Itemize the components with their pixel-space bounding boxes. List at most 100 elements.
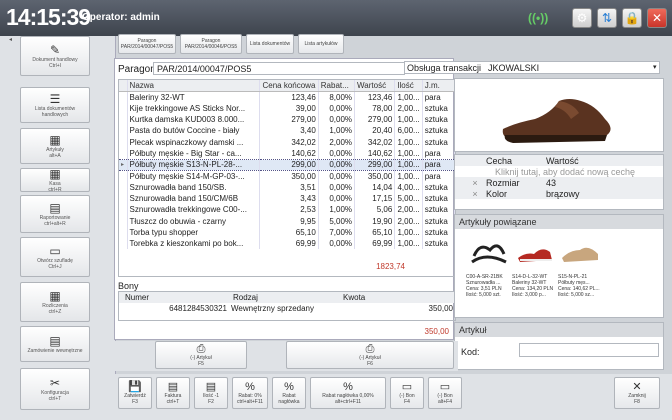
table-cell: Sznurowadła band 150/SB. [127,181,261,193]
table-cell: 123,46 [259,91,319,103]
table-cell: 279,00 [354,113,396,126]
table-row[interactable]: Baleriny 32-WT 123,46 8,00% 123,46 1,00... pa… [119,91,455,103]
voucher-type: Wewnętrzny sprzedany [231,304,314,313]
items-col-header[interactable]: Ilość [394,80,423,92]
toolbar-button[interactable]: ▭ (-) Bon alt+F4 [428,377,462,409]
voucher-row[interactable]: 6481284530321 Wewnętrzny sprzedany 350,0… [119,303,455,314]
sidebar-item[interactable]: ▭ Otwórz szufladę Ctrl+J [20,237,90,277]
remove-attr-icon[interactable]: × [467,188,483,199]
toolbar-button[interactable]: ✕ Zamknij F8 [614,377,660,409]
toolbar-button[interactable]: 💾 Zatwierdź F3 [118,377,152,409]
close-icon[interactable]: ✕ [647,8,667,28]
toolbar-icon: ▤ [205,381,217,393]
tab-receipt-current[interactable]: Paragon PAR/2014/00047/POS5 [118,34,176,54]
remove-attr-icon[interactable]: × [467,177,483,188]
attributes-grid[interactable]: Cecha Wartość Kliknij tutaj, aby dodać no… [454,154,664,210]
table-cell: 19,90 [354,215,396,227]
vouchers-grid[interactable]: Numer Rodzaj Kwota 6481284530321 Wewnętr… [118,291,456,321]
sidebar-icon: ▦ [49,289,61,303]
sidebar-item[interactable]: ▤ Raportowanie ctrl+alt+R [20,195,90,233]
toolbar-icon: 💾 [128,381,142,393]
sidebar-item[interactable]: ✂ Konfiguracja ctrl+T [20,368,90,410]
table-cell: 299,00 [354,158,396,171]
table-row[interactable]: Półbuty męskie - Big Star - ca... 140,62 0… [119,147,455,160]
items-col-header[interactable]: Nazwa [127,80,261,92]
voucher-number: 6481284530321 [169,304,227,313]
table-cell: 299,00 [259,158,319,171]
related-card[interactable]: C00-A-SR-21BK Sznurowadła ... Cena: 3,51 P… [466,232,510,312]
table-cell: 342,02 [354,136,396,148]
table-cell: 0,00% [318,192,356,205]
remove-article-button-2[interactable]: ⎙ (-) Artykuł F6 [286,341,454,369]
sidebar-item[interactable]: ☰ Lista dokumentów handlowych [20,87,90,123]
table-cell: Półbuty męskie - Big Star - ca... [127,147,261,160]
tab-documents-list[interactable]: Lista dokumentów [246,34,294,54]
table-row[interactable]: Kije trekkingowe AS Sticks Nor... 39,00 0,… [119,102,455,114]
table-cell: 2,00... [394,204,423,216]
table-cell: 0,00% [318,102,356,114]
related-card[interactable]: S15-N-PL-21 Półbuty męs... Cena: 140,62 PL… [558,232,602,312]
items-col-header[interactable]: Cena końcowa [259,80,319,92]
items-col-header[interactable]: Wartość [354,80,396,92]
related-card[interactable]: S14-D-L-32-WT Baleriny 32-WT Cena: 134,20 … [512,232,556,312]
table-cell: 2,53 [259,204,319,216]
table-cell: 1,00... [394,170,423,182]
toolbar-button[interactable]: ▤ Ilość -1 F2 [194,377,228,409]
shoe-image [502,99,611,143]
table-cell: 1,00... [394,147,423,160]
add-attribute-row[interactable]: Kliknij tutaj, aby dodać nową cechę [467,166,663,177]
table-row[interactable]: Kurtka damska KUD003 8.000... 279,00 0,00%… [119,113,455,126]
items-col-header[interactable]: Rabat... [318,80,356,92]
items-col-header[interactable]: J.m. [422,80,455,92]
table-cell: sztuka [422,215,455,227]
tab-receipt-previous[interactable]: Paragon PAR/2014/00046/POS5 [180,34,242,54]
table-row[interactable]: Plecak wspinaczkowy damski ... 342,02 2,00… [119,136,455,148]
toolbar-button[interactable]: % Rabat nagłówka 0,00% alt+ctrl+F11 [310,377,386,409]
table-cell: 78,00 [354,102,396,114]
table-cell: 8,00% [318,91,356,103]
remove-article-button[interactable]: ⎙ (-) Artykuł F5 [155,341,247,369]
code-input[interactable] [519,343,659,357]
sidebar-item[interactable]: ▦ Kasa ctrl+R [20,167,90,193]
collapse-icon[interactable]: ◂ [9,36,12,43]
toolbar-button[interactable]: ▭ (-) Bon F4 [390,377,424,409]
items-total: 1823,74 [376,262,405,271]
table-cell: para [422,158,455,171]
table-row[interactable]: ▸ Półbuty męskie S13-N-PL-28-... 299,00 0,0… [119,158,455,171]
attr-value: 43 [546,177,557,188]
table-cell: para [422,170,455,182]
sidebar-item[interactable]: ▦ Rozliczenia ctrl+Z [20,282,90,322]
table-row[interactable]: Sznurowadła trekkingowe C00-... 2,53 1,00%… [119,204,455,216]
table-row[interactable]: Tłuszcz do obuwia - czarny 9,95 5,00% 19,90… [119,215,455,227]
sidebar-item[interactable]: ✎ Dokument handlowy Ctrl+I [20,36,90,76]
article-title: Artykuł [455,323,663,337]
table-row[interactable]: Torba typu shopper 65,10 7,00% 65,10 1,00...… [119,226,455,239]
table-cell: Kurtka damska KUD003 8.000... [127,113,261,126]
sidebar-item[interactable]: ▤ Zamówienie wewnętrzne [20,326,90,362]
receipt-number-field[interactable]: PAR/2014/00047/POS5 [153,62,405,75]
table-row[interactable]: Torebka z kieszonkami po bok... 69,99 0,00… [119,238,455,250]
table-row[interactable]: Pasta do butów Coccine - biały 3,40 1,00% 2… [119,125,455,137]
table-cell: 9,95 [259,215,319,227]
gear-icon[interactable]: ⚙ [572,8,592,28]
handler-value: JKOWALSKI [488,63,540,73]
toolbar-button[interactable]: % Rabat nagłówka [272,377,306,409]
table-row[interactable]: Półbuty męskie S14-M-GP-03-... 350,00 0,00… [119,170,455,182]
table-row[interactable]: Sznurowadła band 150/CM/6B 3,43 0,00% 17,15… [119,192,455,205]
table-row[interactable]: Sznurowadła band 150/SB. 3,51 0,00% 14,04 4,… [119,181,455,193]
table-cell: 20,40 [354,125,396,137]
table-cell: 0,00% [318,170,356,182]
toolbar-button[interactable]: ▤ Faktura ctrl+T [156,377,190,409]
tab-articles-list[interactable]: Lista artykułów [298,34,344,54]
attr-name: Kolor [486,188,508,199]
lock-icon[interactable]: 🔒 [622,8,642,28]
sidebar-item[interactable]: ▦ Artykuły alt+A [20,128,90,164]
table-cell: 279,00 [259,113,319,126]
table-cell: Pasta do butów Coccine - biały [127,125,261,137]
chevron-down-icon[interactable]: ▾ [653,63,657,71]
sync-icon[interactable]: ⇅ [597,8,617,28]
items-grid[interactable]: Nazwa Cena końcowa Rabat... Wartość Ilość J.m… [118,79,456,277]
toolbar-icon: ▤ [167,381,179,393]
toolbar-button[interactable]: % Rabat: 0% ctrl+alt+F11 [232,377,268,409]
table-cell: 3,51 [259,181,319,193]
